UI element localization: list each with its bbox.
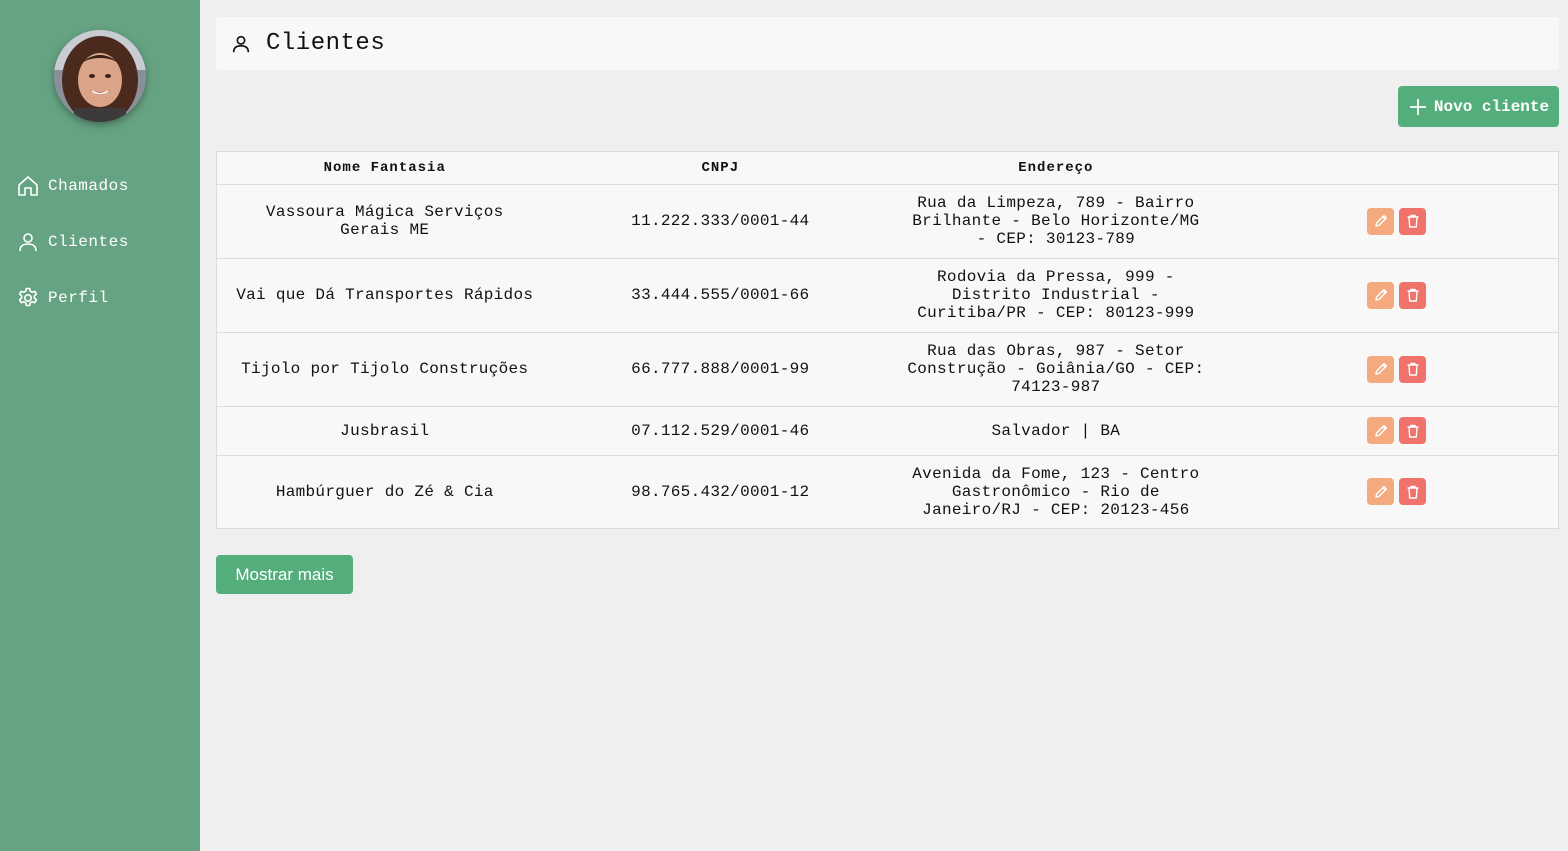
cell-cnpj: 33.444.555/0001-66 xyxy=(552,258,889,333)
delete-button[interactable] xyxy=(1399,417,1427,444)
column-header-cnpj: CNPJ xyxy=(552,152,889,185)
delete-button[interactable] xyxy=(1399,478,1427,506)
pencil-icon xyxy=(1375,424,1387,437)
table-row: Vassoura Mágica Serviços Gerais ME 11.22… xyxy=(217,184,1558,259)
cell-address: Rodovia da Pressa, 999 - Distrito Indust… xyxy=(888,258,1224,333)
show-more-button[interactable]: Mostrar mais xyxy=(216,555,353,594)
delete-button[interactable] xyxy=(1399,281,1427,309)
delete-button[interactable] xyxy=(1399,207,1427,235)
clients-table: Nome Fantasia CNPJ Endereço Vassoura Mág… xyxy=(216,151,1559,529)
user-icon xyxy=(230,33,252,55)
column-header-actions xyxy=(1223,152,1558,185)
sidebar: Chamados Clientes Perfil xyxy=(0,0,200,851)
trash-icon xyxy=(1407,214,1419,228)
pencil-icon xyxy=(1375,485,1387,498)
edit-button[interactable] xyxy=(1367,478,1395,506)
cell-name: Tijolo por Tijolo Construções xyxy=(217,332,553,407)
table-row: Jusbrasil 07.112.529/0001-46 Salvador | … xyxy=(217,406,1558,456)
sidebar-item-label: Clientes xyxy=(48,233,129,251)
edit-button[interactable] xyxy=(1367,207,1395,235)
sidebar-item-label: Chamados xyxy=(48,177,129,195)
table-header-row: Nome Fantasia CNPJ Endereço xyxy=(217,152,1558,185)
trash-icon xyxy=(1407,362,1419,376)
cell-name: Vai que Dá Transportes Rápidos xyxy=(217,258,553,333)
avatar-image xyxy=(54,30,146,122)
table-row: Hambúrguer do Zé & Cia 98.765.432/0001-1… xyxy=(217,455,1558,528)
cell-address: Rua das Obras, 987 - Setor Construção - … xyxy=(888,332,1224,407)
sidebar-item-perfil[interactable]: Perfil xyxy=(0,270,200,326)
edit-button[interactable] xyxy=(1367,281,1395,309)
cell-cnpj: 11.222.333/0001-44 xyxy=(552,184,889,259)
trash-icon xyxy=(1407,485,1419,499)
cell-cnpj: 98.765.432/0001-12 xyxy=(631,482,810,501)
cell-cnpj: 66.777.888/0001-99 xyxy=(552,332,889,407)
cell-address: Salvador | BA xyxy=(888,406,1224,456)
cell-cnpj: 07.112.529/0001-46 xyxy=(552,406,889,456)
cell-address: Avenida da Fome, 123 - Centro Gastronômi… xyxy=(912,464,1200,519)
new-client-label: Novo cliente xyxy=(1433,97,1550,116)
plus-icon xyxy=(1408,97,1428,117)
sidebar-nav: Chamados Clientes Perfil xyxy=(0,158,200,326)
cell-actions xyxy=(1224,455,1558,528)
table-row: Tijolo por Tijolo Construções 66.777.888… xyxy=(217,332,1558,407)
edit-button[interactable] xyxy=(1367,417,1395,444)
sidebar-item-label: Perfil xyxy=(48,289,109,307)
cell-actions xyxy=(1223,406,1558,456)
page-header: Clientes xyxy=(216,17,1559,70)
gear-icon xyxy=(16,286,40,310)
avatar[interactable] xyxy=(54,30,146,122)
cell-name: Hambúrguer do Zé & Cia xyxy=(275,482,494,501)
sidebar-item-clientes[interactable]: Clientes xyxy=(0,214,200,270)
cell-actions xyxy=(1223,332,1558,407)
cell-actions xyxy=(1223,184,1558,259)
home-icon xyxy=(16,174,40,198)
cell-name: Jusbrasil xyxy=(217,406,553,456)
new-client-button[interactable]: Novo cliente xyxy=(1398,86,1559,127)
column-header-address: Endereço xyxy=(888,152,1224,185)
table-row: Vai que Dá Transportes Rápidos 33.444.55… xyxy=(217,258,1558,333)
edit-button[interactable] xyxy=(1367,355,1395,383)
cell-name: Vassoura Mágica Serviços Gerais ME xyxy=(217,184,553,259)
sidebar-item-chamados[interactable]: Chamados xyxy=(0,158,200,214)
pencil-icon xyxy=(1375,362,1387,375)
trash-icon xyxy=(1407,424,1419,438)
page-title: Clientes xyxy=(266,30,386,57)
pencil-icon xyxy=(1375,214,1387,227)
delete-button[interactable] xyxy=(1399,355,1427,383)
column-header-name: Nome Fantasia xyxy=(217,152,553,185)
trash-icon xyxy=(1407,288,1419,302)
cell-address: Rua da Limpeza, 789 - Bairro Brilhante -… xyxy=(888,184,1224,259)
cell-actions xyxy=(1223,258,1558,333)
user-icon xyxy=(16,230,40,254)
pencil-icon xyxy=(1375,288,1387,301)
